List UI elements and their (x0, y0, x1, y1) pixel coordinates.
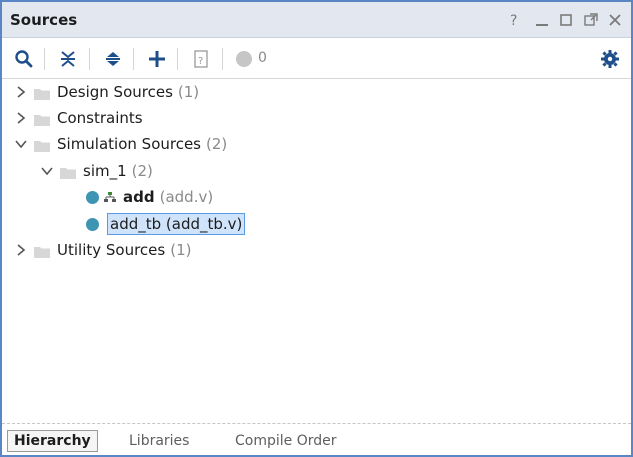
tree-item-label: Constraints (57, 109, 143, 127)
tree-item-label: add (123, 188, 155, 206)
folder-icon (34, 86, 50, 100)
expand-all-icon[interactable] (101, 47, 125, 71)
tree-item-label-selected[interactable]: add_tb (add_tb.v) (107, 213, 246, 235)
tree-item-count: (1) (170, 241, 192, 259)
tree-item-count: (2) (131, 162, 153, 180)
bottom-tabs: Hierarchy Libraries Compile Order (2, 426, 631, 455)
maximize-icon[interactable] (558, 11, 574, 29)
window-title: Sources (10, 11, 78, 29)
toolbar-separator (222, 48, 223, 70)
help-icon[interactable]: ? (189, 47, 213, 71)
tree-item-file: (add.v) (159, 188, 214, 206)
tree-item-count: (1) (177, 83, 200, 101)
toolbar-separator (177, 48, 178, 70)
tab-compile-order[interactable]: Compile Order (235, 430, 337, 452)
chevron-right-icon[interactable] (14, 111, 28, 125)
status-icon (232, 47, 256, 71)
tree-item-label: Utility Sources (57, 241, 166, 259)
chevron-right-icon[interactable] (14, 243, 28, 257)
sources-window: Sources ? ? 0 Design Sources (1) Constra… (0, 0, 633, 457)
tree-item-design-sources[interactable]: Design Sources (1) (14, 80, 199, 104)
folder-icon (34, 112, 50, 126)
tree-item-label: Simulation Sources (57, 135, 202, 153)
toolbar: ? 0 (2, 39, 631, 79)
chevron-down-icon[interactable] (14, 137, 28, 151)
tree-item-label: sim_1 (83, 162, 127, 180)
tree-item-add-tb[interactable]: add_tb (add_tb.v) (86, 212, 246, 236)
restore-icon[interactable] (583, 11, 599, 29)
toolbar-separator (133, 48, 134, 70)
tab-hierarchy[interactable]: Hierarchy (7, 430, 98, 452)
source-status-icon (86, 190, 99, 204)
chevron-right-icon[interactable] (14, 85, 28, 99)
search-icon[interactable] (12, 47, 36, 71)
chevron-down-icon[interactable] (40, 164, 54, 178)
tree-item-count: (2) (206, 135, 228, 153)
add-icon[interactable] (145, 47, 169, 71)
gear-icon[interactable] (598, 47, 622, 71)
hierarchy-icon (103, 190, 117, 204)
help-icon[interactable]: ? (507, 11, 523, 29)
toolbar-separator (89, 48, 90, 70)
folder-icon (34, 138, 50, 152)
tree-item-simulation-sources[interactable]: Simulation Sources (2) (14, 132, 227, 156)
title-bar: Sources ? (2, 2, 631, 38)
close-icon[interactable] (607, 11, 623, 29)
tree-item-sim-1[interactable]: sim_1 (2) (40, 159, 153, 183)
collapse-all-icon[interactable] (56, 47, 80, 71)
tree-item-constraints[interactable]: Constraints (14, 106, 143, 130)
svg-text:?: ? (510, 13, 517, 28)
source-status-icon (86, 217, 99, 231)
tree-item-utility-sources[interactable]: Utility Sources (1) (14, 238, 191, 262)
folder-icon (60, 165, 76, 179)
tab-divider (2, 423, 631, 424)
folder-icon (34, 244, 50, 258)
tree-item-label: Design Sources (57, 83, 173, 101)
tab-libraries[interactable]: Libraries (129, 430, 189, 452)
svg-text:?: ? (198, 56, 203, 67)
tree-item-add[interactable]: add (add.v) (86, 185, 213, 209)
status-count: 0 (258, 50, 267, 66)
minimize-icon[interactable] (534, 11, 550, 29)
toolbar-separator (44, 48, 45, 70)
